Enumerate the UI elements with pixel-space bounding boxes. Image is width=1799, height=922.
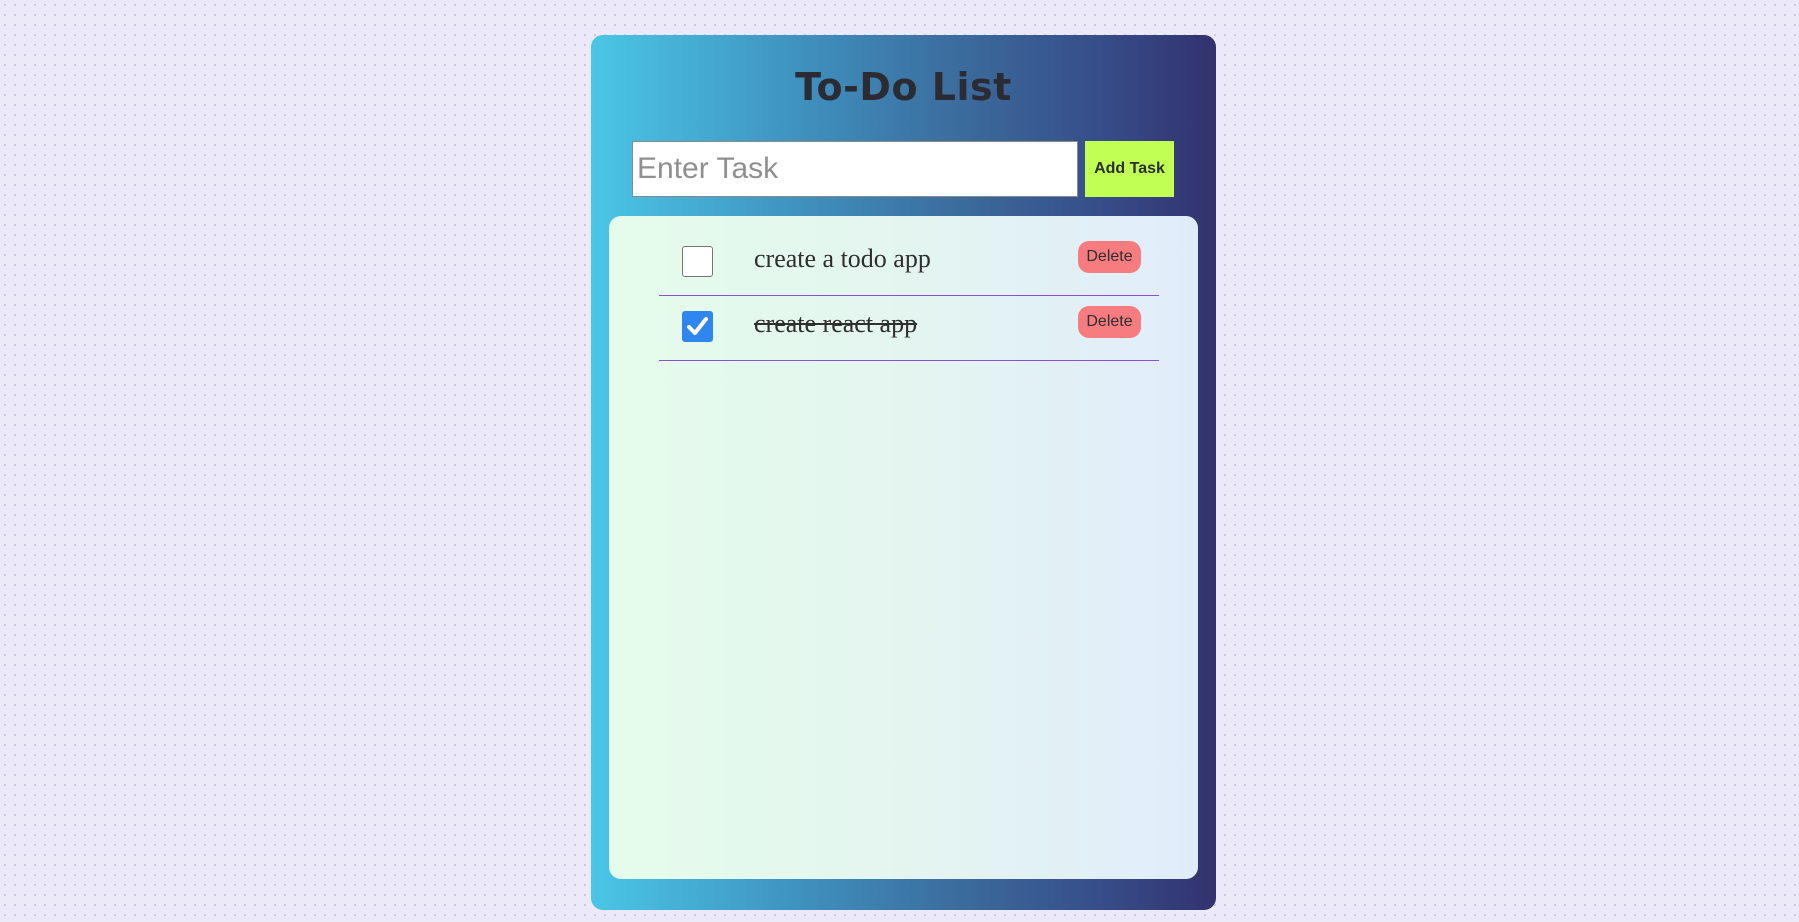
task-row: create react app Delete (659, 297, 1159, 361)
app-title: To-Do List (795, 65, 1012, 109)
delete-task-button[interactable]: Delete (1078, 306, 1141, 338)
todo-app-card: To-Do List Add Task create a todo app De… (591, 35, 1216, 910)
task-row: create a todo app Delete (659, 232, 1159, 296)
task-list: create a todo app Delete create react ap… (659, 232, 1159, 361)
checkmark-icon (687, 317, 708, 335)
task-input[interactable] (632, 141, 1078, 197)
task-text: create a todo app (754, 244, 931, 273)
task-checkbox[interactable] (682, 246, 713, 277)
add-task-button[interactable]: Add Task (1085, 141, 1174, 197)
delete-task-button[interactable]: Delete (1078, 241, 1141, 273)
task-list-panel: create a todo app Delete create react ap… (609, 216, 1198, 879)
task-checkbox[interactable] (682, 311, 713, 342)
task-text: create react app (754, 309, 918, 338)
